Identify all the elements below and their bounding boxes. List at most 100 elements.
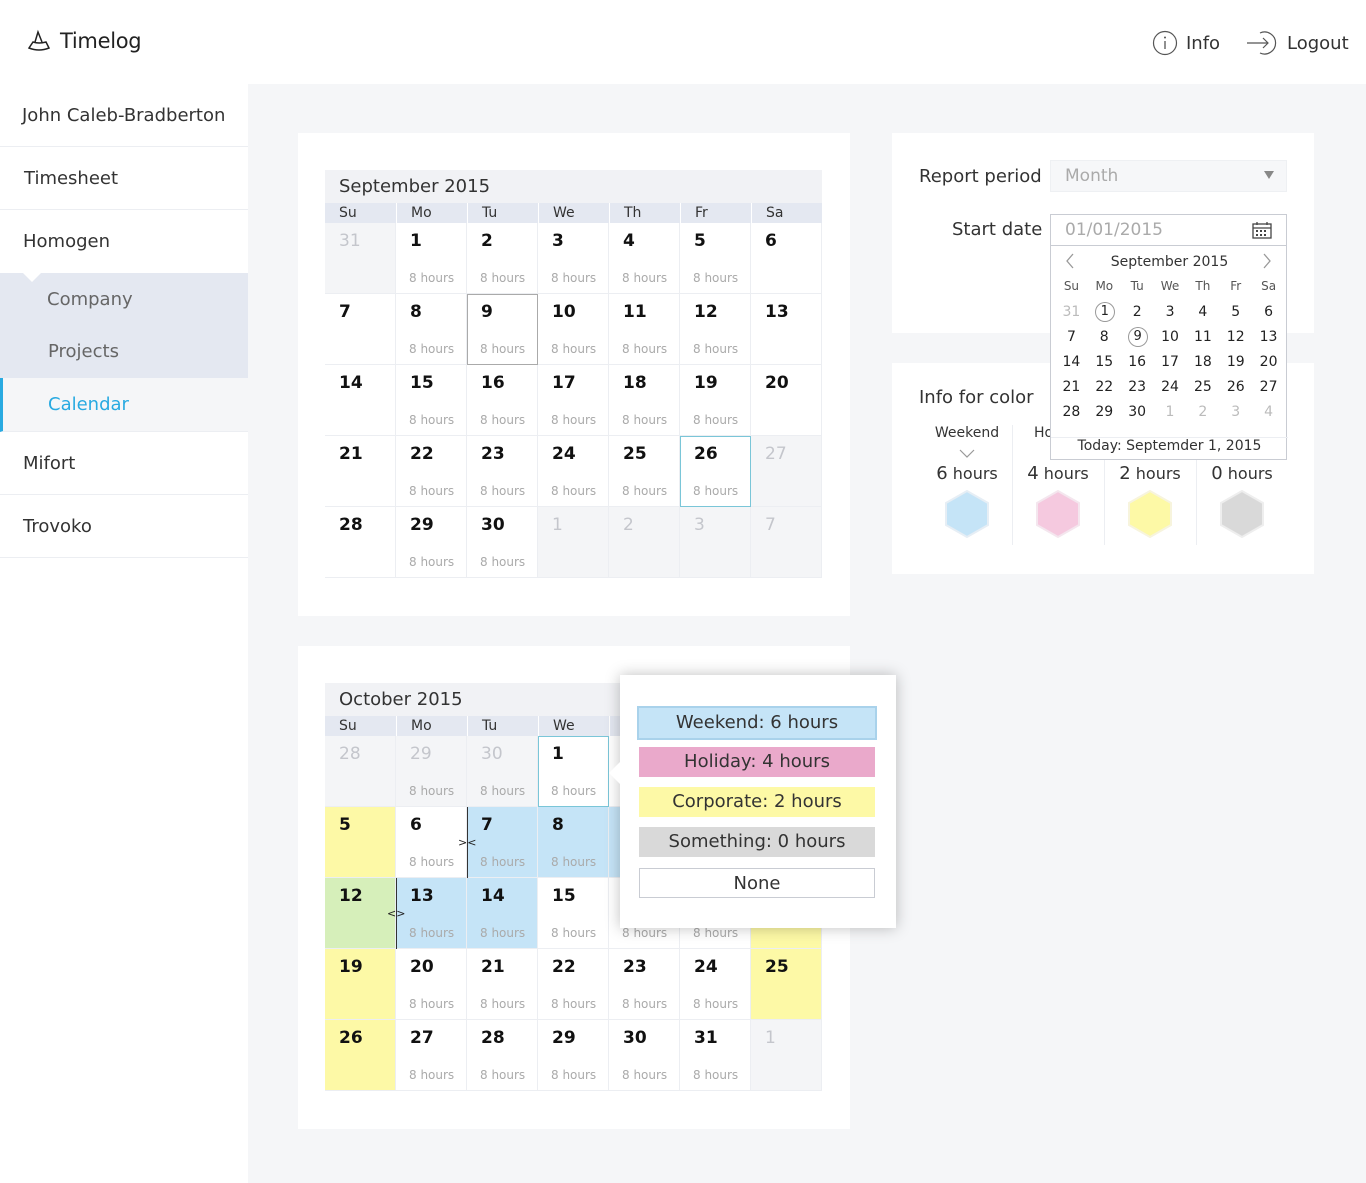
app-logo[interactable]: Timelog	[26, 28, 142, 54]
calendar-day-cell[interactable]: 9 8 hours	[467, 294, 538, 365]
calendar-day-cell[interactable]: 25	[751, 949, 822, 1020]
date-picker-day[interactable]: 1	[1154, 402, 1187, 422]
calendar-day-cell[interactable]: 2 8 hours	[467, 223, 538, 294]
calendar-day-cell[interactable]: 31	[325, 223, 396, 294]
range-resize-handle-icon[interactable]: <>	[387, 907, 405, 920]
date-picker-day[interactable]: 7	[1055, 327, 1088, 347]
date-picker-day[interactable]: 4	[1252, 402, 1285, 422]
date-picker-day[interactable]: 17	[1154, 352, 1187, 372]
option-weekend[interactable]: Weekend: 6 hours	[637, 706, 877, 740]
calendar-day-cell[interactable]: 7	[751, 507, 822, 578]
date-picker-day[interactable]: 2	[1121, 302, 1154, 322]
calendar-day-cell[interactable]: 19	[325, 949, 396, 1020]
calendar-day-cell[interactable]: 28 8 hours	[467, 1020, 538, 1091]
sidebar-item-projects[interactable]: Projects	[0, 325, 248, 378]
date-picker-day[interactable]: 15	[1088, 352, 1121, 372]
calendar-day-cell[interactable]: 31 8 hours	[680, 1020, 751, 1091]
calendar-day-cell[interactable]: 1	[751, 1020, 822, 1091]
sidebar-item-mifort[interactable]: Mifort	[0, 432, 248, 495]
option-holiday[interactable]: Holiday: 4 hours	[639, 747, 875, 777]
calendar-day-cell[interactable]: 25 8 hours	[609, 436, 680, 507]
date-picker-day[interactable]: 20	[1252, 352, 1285, 372]
sidebar-item-homogen[interactable]: Homogen	[0, 210, 248, 273]
calendar-day-cell[interactable]: 27	[751, 436, 822, 507]
calendar-day-cell[interactable]: 5	[325, 807, 396, 878]
calendar-day-cell[interactable]: 14	[325, 365, 396, 436]
date-picker-day[interactable]: 23	[1121, 377, 1154, 397]
date-picker-day[interactable]: 1	[1094, 302, 1115, 322]
logout-link[interactable]: Logout	[1246, 30, 1349, 56]
sidebar-item-timesheet[interactable]: Timesheet	[0, 147, 248, 210]
calendar-day-cell[interactable]: 27 8 hours	[396, 1020, 467, 1091]
calendar-day-cell[interactable]: 30 8 hours	[467, 507, 538, 578]
calendar-day-cell[interactable]: 16 8 hours	[467, 365, 538, 436]
date-picker-day[interactable]: 13	[1252, 327, 1285, 347]
calendar-day-cell[interactable]: 3 8 hours	[538, 223, 609, 294]
date-picker-day[interactable]: 4	[1186, 302, 1219, 322]
report-period-select[interactable]: Month	[1050, 160, 1287, 192]
start-date-input[interactable]: 01/01/2015	[1050, 214, 1287, 246]
calendar-day-cell[interactable]: 26	[325, 1020, 396, 1091]
date-picker-day[interactable]: 12	[1219, 327, 1252, 347]
calendar-day-cell[interactable]: 4 8 hours	[609, 223, 680, 294]
option-corporate[interactable]: Corporate: 2 hours	[639, 787, 875, 817]
calendar-day-cell[interactable]: 21	[325, 436, 396, 507]
calendar-day-cell[interactable]: 12	[325, 878, 396, 949]
date-picker-day[interactable]: 29	[1088, 402, 1121, 422]
info-link[interactable]: Info	[1152, 30, 1220, 56]
calendar-day-cell[interactable]: 15 8 hours	[396, 365, 467, 436]
calendar-day-cell[interactable]: 29 8 hours	[538, 1020, 609, 1091]
date-picker-day[interactable]: 6	[1252, 302, 1285, 322]
date-picker-day[interactable]: 2	[1186, 402, 1219, 422]
calendar-day-cell[interactable]: 11 8 hours	[609, 294, 680, 365]
date-picker-day[interactable]: 5	[1219, 302, 1252, 322]
legend-item[interactable]: Weekend 6 hours	[921, 425, 1013, 542]
date-picker-today[interactable]: Today: Septemder 1, 2015	[1051, 437, 1288, 454]
calendar-day-cell[interactable]: 29 8 hours	[396, 507, 467, 578]
date-picker-day[interactable]: 21	[1055, 377, 1088, 397]
calendar-day-cell[interactable]: 24 8 hours	[680, 949, 751, 1020]
calendar-day-cell[interactable]: 14 8 hours	[467, 878, 538, 949]
date-picker-day[interactable]: 18	[1186, 352, 1219, 372]
calendar-day-cell[interactable]: 3	[680, 507, 751, 578]
sidebar-item-calendar[interactable]: Calendar	[0, 378, 248, 432]
date-picker-day[interactable]: 28	[1055, 402, 1088, 422]
next-month-icon[interactable]	[1262, 253, 1272, 273]
date-picker-day[interactable]: 30	[1121, 402, 1154, 422]
date-picker-day[interactable]: 10	[1154, 327, 1187, 347]
date-picker-day[interactable]: 14	[1055, 352, 1088, 372]
option-something[interactable]: Something: 0 hours	[639, 827, 875, 857]
option-none[interactable]: None	[639, 868, 875, 898]
calendar-day-cell[interactable]: 7 8 hours	[467, 807, 538, 878]
calendar-day-cell[interactable]: 7	[325, 294, 396, 365]
calendar-day-cell[interactable]: 15 8 hours	[538, 878, 609, 949]
calendar-day-cell[interactable]: 12 8 hours	[680, 294, 751, 365]
calendar-day-cell[interactable]: 23 8 hours	[467, 436, 538, 507]
calendar-day-cell[interactable]: 18 8 hours	[609, 365, 680, 436]
calendar-day-cell[interactable]: 8 8 hours	[396, 294, 467, 365]
calendar-day-cell[interactable]: 30 8 hours	[609, 1020, 680, 1091]
date-picker-day[interactable]: 11	[1186, 327, 1219, 347]
calendar-day-cell[interactable]: 30 8 hours	[467, 736, 538, 807]
date-picker-day[interactable]: 8	[1088, 327, 1121, 347]
calendar-day-cell[interactable]: 29 8 hours	[396, 736, 467, 807]
calendar-day-cell[interactable]: 21 8 hours	[467, 949, 538, 1020]
date-picker-day[interactable]: 24	[1154, 377, 1187, 397]
calendar-day-cell[interactable]: 22 8 hours	[538, 949, 609, 1020]
date-picker-day[interactable]: 22	[1088, 377, 1121, 397]
calendar-day-cell[interactable]: 22 8 hours	[396, 436, 467, 507]
calendar-day-cell[interactable]: 10 8 hours	[538, 294, 609, 365]
calendar-day-cell[interactable]: 24 8 hours	[538, 436, 609, 507]
calendar-day-cell[interactable]: 23 8 hours	[609, 949, 680, 1020]
date-picker-day[interactable]: 27	[1252, 377, 1285, 397]
calendar-day-cell[interactable]: 20 8 hours	[396, 949, 467, 1020]
calendar-day-cell[interactable]: 2	[609, 507, 680, 578]
calendar-day-cell[interactable]: 5 8 hours	[680, 223, 751, 294]
calendar-day-cell[interactable]: 17 8 hours	[538, 365, 609, 436]
calendar-day-cell[interactable]: 13 8 hours	[396, 878, 467, 949]
calendar-day-cell[interactable]: 8 8 hours	[538, 807, 609, 878]
calendar-day-cell[interactable]: 1 8 hours	[538, 736, 609, 807]
date-picker-day[interactable]: 3	[1154, 302, 1187, 322]
calendar-day-cell[interactable]: 6	[751, 223, 822, 294]
calendar-day-cell[interactable]: 13	[751, 294, 822, 365]
